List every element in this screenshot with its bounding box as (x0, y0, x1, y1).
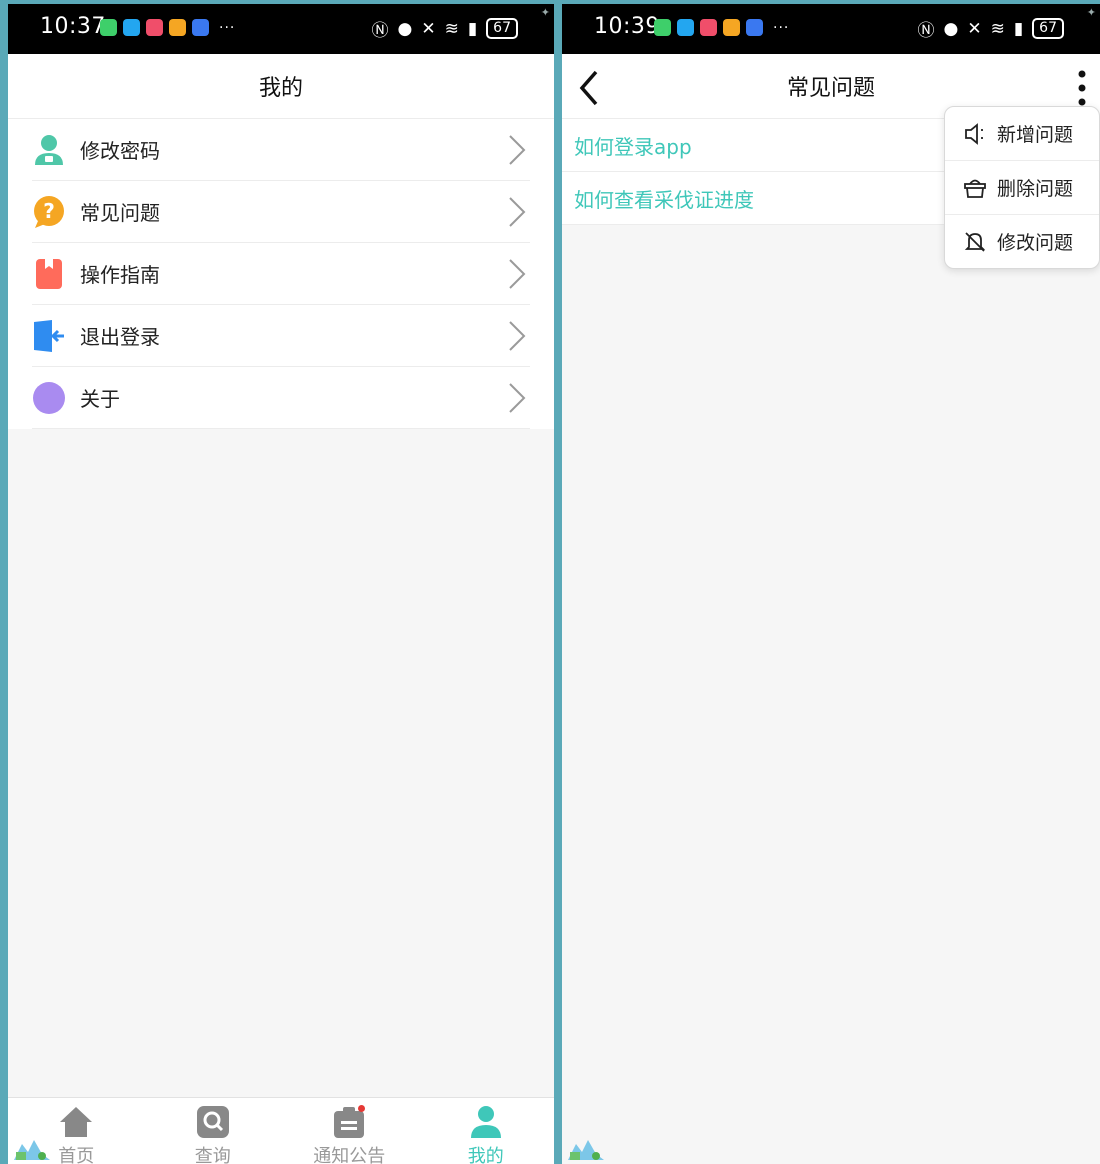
content-area (8, 429, 554, 1098)
faq-screen: 10:39 ··· Ⓝ ● ✕ ≋ ▮ 67 ✦ 常见问题 如何登录app 如何… (562, 4, 1100, 1164)
notification-icons: ··· (100, 19, 235, 36)
app-notification-icon (146, 19, 163, 36)
back-arrow-icon[interactable] (574, 68, 604, 108)
menu-item-edit-question[interactable]: 修改问题 (945, 215, 1099, 268)
app-notification-icon (700, 19, 717, 36)
system-status-icons: Ⓝ ● ✕ ≋ ▮ 67 (917, 16, 1064, 41)
bell-off-icon (964, 231, 986, 252)
chevron-right-icon (509, 259, 526, 289)
speaker-icon (965, 122, 983, 145)
nav-label: 首页 (58, 1146, 95, 1164)
app-notification-icon (100, 19, 117, 36)
app-notification-icon (169, 19, 186, 36)
options-dropdown-menu: 新增问题 删除问题 修改问题 (944, 106, 1100, 269)
sim-icon: ▮ (467, 18, 478, 39)
battery-icon: 67 (486, 18, 518, 39)
home-icon (60, 1107, 93, 1137)
app-logo-icon (568, 1140, 604, 1160)
chevron-right-icon (509, 135, 526, 165)
nav-label: 我的 (467, 1146, 504, 1164)
menu-item-label: 删除问题 (997, 178, 1074, 200)
nav-mine[interactable]: 我的 (418, 1098, 555, 1164)
menu-item-guide[interactable]: 操作指南 (32, 243, 530, 305)
menu-item-label: 关于 (80, 387, 120, 411)
app-notification-icon (677, 19, 694, 36)
menu-item-label: 操作指南 (80, 263, 160, 287)
nav-search[interactable]: 查询 (145, 1098, 282, 1164)
sparkle-icon: ✦ (540, 6, 550, 19)
app-logo-icon (14, 1140, 50, 1160)
menu-item-label: 新增问题 (997, 124, 1074, 146)
status-bar: 10:37 ··· Ⓝ ● ✕ ≋ ▮ 67 ✦ (8, 4, 554, 54)
nav-label: 通知公告 (313, 1146, 386, 1164)
page-header: 我的 (8, 54, 554, 119)
battery-icon: 67 (1032, 18, 1064, 39)
bottom-navigation: 首页 查询 通知公告 我的 (8, 1097, 554, 1164)
mute-icon: ✕ (421, 18, 436, 39)
menu-item-delete-question[interactable]: 删除问题 (945, 161, 1099, 215)
app-notification-icon (746, 19, 763, 36)
chevron-right-icon (509, 383, 526, 413)
app-notification-icon (654, 19, 671, 36)
menu-item-logout[interactable]: 退出登录 (32, 305, 530, 367)
page-title: 常见问题 (786, 76, 875, 101)
menu-item-change-password[interactable]: 修改密码 (32, 119, 530, 181)
location-icon: ● (943, 18, 959, 39)
nav-notice[interactable]: 通知公告 (281, 1098, 418, 1164)
info-circle-icon (33, 381, 65, 414)
system-status-icons: Ⓝ ● ✕ ≋ ▮ 67 (371, 16, 518, 41)
search-icon (196, 1106, 229, 1138)
status-bar: 10:39 ··· Ⓝ ● ✕ ≋ ▮ 67 ✦ (562, 4, 1100, 54)
sim-icon: ▮ (1013, 18, 1024, 39)
menu-item-label: 修改问题 (997, 232, 1074, 254)
more-notifications-icon: ··· (219, 19, 236, 36)
menu-item-add-question[interactable]: 新增问题 (945, 107, 1099, 161)
status-time: 10:37 (40, 14, 106, 39)
app-notification-icon (123, 19, 140, 36)
basket-icon (964, 179, 986, 198)
page-title: 我的 (258, 76, 303, 101)
status-time: 10:39 (594, 14, 660, 39)
book-icon (36, 258, 62, 289)
app-notification-icon (723, 19, 740, 36)
menu-item-label: 修改密码 (80, 139, 160, 163)
chevron-right-icon (509, 197, 526, 227)
user-lock-icon (35, 134, 63, 165)
settings-menu: 修改密码 ? 常见问题 操作指南 退出登录 关于 (8, 119, 554, 429)
menu-item-faq[interactable]: ? 常见问题 (32, 181, 530, 243)
user-icon (470, 1106, 501, 1138)
nav-label: 查询 (194, 1146, 231, 1164)
svg-text:?: ? (43, 199, 55, 223)
logout-door-icon (34, 319, 64, 352)
nfc-icon: Ⓝ (917, 21, 935, 41)
wifi-icon: ≋ (444, 18, 459, 39)
more-options-icon[interactable] (1072, 68, 1092, 108)
menu-item-label: 退出登录 (80, 325, 160, 349)
sparkle-icon: ✦ (1086, 6, 1096, 19)
menu-item-about[interactable]: 关于 (32, 367, 530, 429)
mute-icon: ✕ (967, 18, 982, 39)
more-notifications-icon: ··· (773, 19, 790, 36)
location-icon: ● (397, 18, 413, 39)
notification-icons: ··· (654, 19, 789, 36)
my-screen: 10:37 ··· Ⓝ ● ✕ ≋ ▮ 67 ✦ 我的 修改密码 ? 常见问题 … (8, 4, 554, 1164)
wifi-icon: ≋ (990, 18, 1005, 39)
chevron-right-icon (509, 321, 526, 351)
question-bubble-icon: ? (34, 195, 64, 228)
app-notification-icon (192, 19, 209, 36)
nfc-icon: Ⓝ (371, 21, 389, 41)
menu-item-label: 常见问题 (80, 201, 160, 225)
